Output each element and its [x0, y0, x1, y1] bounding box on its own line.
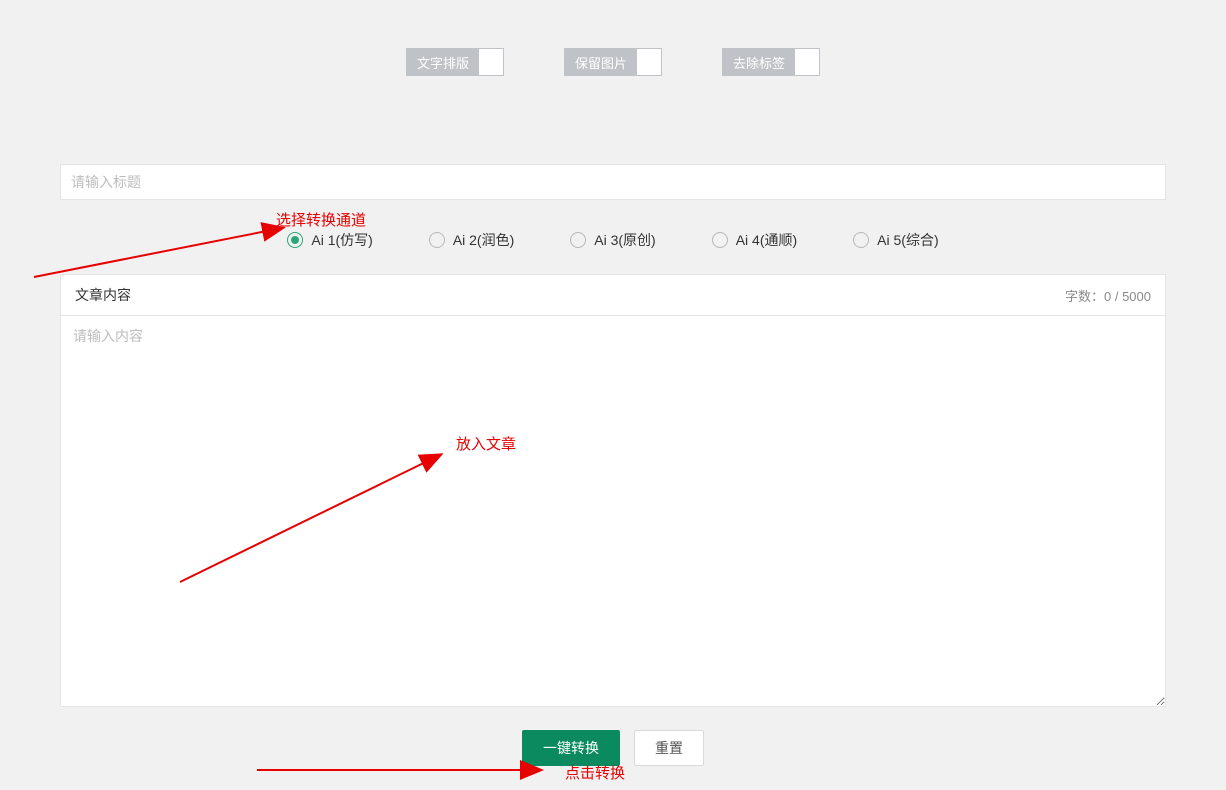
keep-image-label: 保留图片: [565, 49, 637, 75]
remove-tag-label: 去除标签: [723, 49, 795, 75]
char-count-prefix: 字数：: [1065, 289, 1104, 304]
content-textarea[interactable]: [60, 315, 1166, 707]
convert-button[interactable]: 一键转换: [522, 730, 620, 766]
channel-radio-group: Ai 1(仿写) Ai 2(润色) Ai 3(原创) Ai 4(通顺) Ai 5…: [60, 230, 1166, 250]
action-row: 一键转换 重置: [0, 730, 1226, 766]
content-header-label: 文章内容: [75, 285, 131, 305]
radio-circle-icon: [853, 232, 869, 248]
radio-circle-icon: [287, 232, 303, 248]
radio-label: Ai 5(综合): [877, 230, 938, 250]
text-layout-label: 文字排版: [407, 49, 479, 75]
title-field-wrap: [60, 164, 1166, 200]
radio-ai5[interactable]: Ai 5(综合): [853, 230, 938, 250]
radio-label: Ai 4(通顺): [736, 230, 797, 250]
radio-circle-icon: [570, 232, 586, 248]
content-header: 文章内容 字数：0 / 5000: [60, 274, 1166, 315]
annotation-select-channel: 选择转换通道: [276, 209, 366, 230]
title-input[interactable]: [60, 164, 1166, 200]
keep-image-toggle[interactable]: 保留图片: [564, 48, 662, 76]
text-layout-checkbox[interactable]: [479, 49, 503, 75]
char-count: 字数：0 / 5000: [1065, 286, 1151, 305]
char-count-value: 0 / 5000: [1104, 289, 1151, 304]
radio-label: Ai 2(润色): [453, 230, 514, 250]
radio-label: Ai 3(原创): [594, 230, 655, 250]
toolbar: 文字排版 保留图片 去除标签: [0, 0, 1226, 76]
remove-tag-checkbox[interactable]: [795, 49, 819, 75]
radio-ai1[interactable]: Ai 1(仿写): [287, 230, 372, 250]
text-layout-toggle[interactable]: 文字排版: [406, 48, 504, 76]
radio-circle-icon: [712, 232, 728, 248]
radio-label: Ai 1(仿写): [311, 230, 372, 250]
radio-ai4[interactable]: Ai 4(通顺): [712, 230, 797, 250]
keep-image-checkbox[interactable]: [637, 49, 661, 75]
radio-ai2[interactable]: Ai 2(润色): [429, 230, 514, 250]
radio-circle-icon: [429, 232, 445, 248]
remove-tag-toggle[interactable]: 去除标签: [722, 48, 820, 76]
reset-button[interactable]: 重置: [634, 730, 704, 766]
radio-ai3[interactable]: Ai 3(原创): [570, 230, 655, 250]
